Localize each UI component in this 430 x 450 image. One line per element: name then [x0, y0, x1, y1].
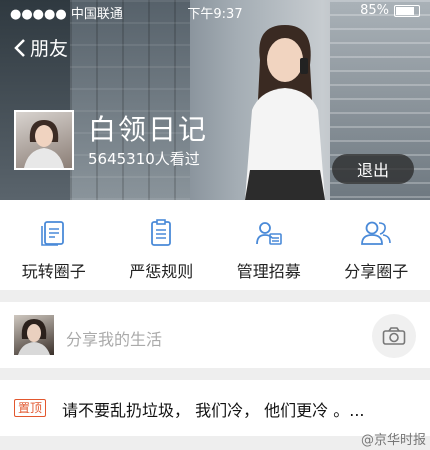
- battery-icon: [394, 4, 420, 17]
- menu-label: 严惩规则: [129, 262, 194, 281]
- back-button[interactable]: 朋友: [14, 34, 68, 61]
- group-menu: 玩转圈子 严惩规则 管理招募 分享圈子: [0, 200, 430, 290]
- menu-label: 玩转圈子: [21, 262, 86, 281]
- share-input[interactable]: 分享我的生活: [66, 326, 162, 350]
- clipboard-icon: [151, 219, 172, 246]
- menu-item-rules[interactable]: 严惩规则: [108, 200, 216, 290]
- menu-label: 管理招募: [236, 262, 301, 281]
- pinned-post-text: 请不要乱扔垃圾， 我们冷， 他们更冷 。...: [62, 401, 365, 420]
- view-count: 5645310人看过: [88, 150, 200, 168]
- pinned-post[interactable]: 置顶 请不要乱扔垃圾， 我们冷， 他们更冷 。...: [0, 380, 430, 436]
- back-label: 朋友: [30, 38, 69, 60]
- building-left: [0, 0, 70, 200]
- logout-button[interactable]: 退出: [332, 154, 414, 184]
- group-title: 白领日记: [88, 113, 209, 146]
- group-avatar: [14, 110, 74, 170]
- group-header-banner: ●●●●● 中国联通 下午9:37 85% 朋友 白领日记 5645310人看过…: [0, 0, 430, 200]
- user-avatar: [14, 315, 54, 355]
- chevron-left-icon: [14, 38, 25, 57]
- menu-item-recruit[interactable]: 管理招募: [215, 200, 323, 290]
- avatar-image: [18, 319, 50, 355]
- pinned-badge: 置顶: [14, 399, 47, 417]
- status-bar: ●●●●● 中国联通 下午9:37 85%: [0, 0, 430, 22]
- watermark: @京华时报: [360, 433, 426, 448]
- recruit-icon: [255, 222, 282, 245]
- building-center: [70, 0, 190, 200]
- camera-icon: [382, 327, 406, 345]
- menu-item-share[interactable]: 分享圈子: [323, 200, 430, 290]
- camera-button[interactable]: [372, 314, 416, 358]
- battery-percent: 85%: [360, 3, 389, 18]
- avatar-image: [24, 120, 64, 168]
- menu-item-play[interactable]: 玩转圈子: [0, 200, 108, 290]
- menu-label: 分享圈子: [344, 262, 409, 281]
- document-icon: [40, 221, 64, 246]
- banner-woman-image: [245, 25, 325, 200]
- share-composer[interactable]: 分享我的生活: [0, 302, 430, 368]
- people-icon: [361, 221, 392, 245]
